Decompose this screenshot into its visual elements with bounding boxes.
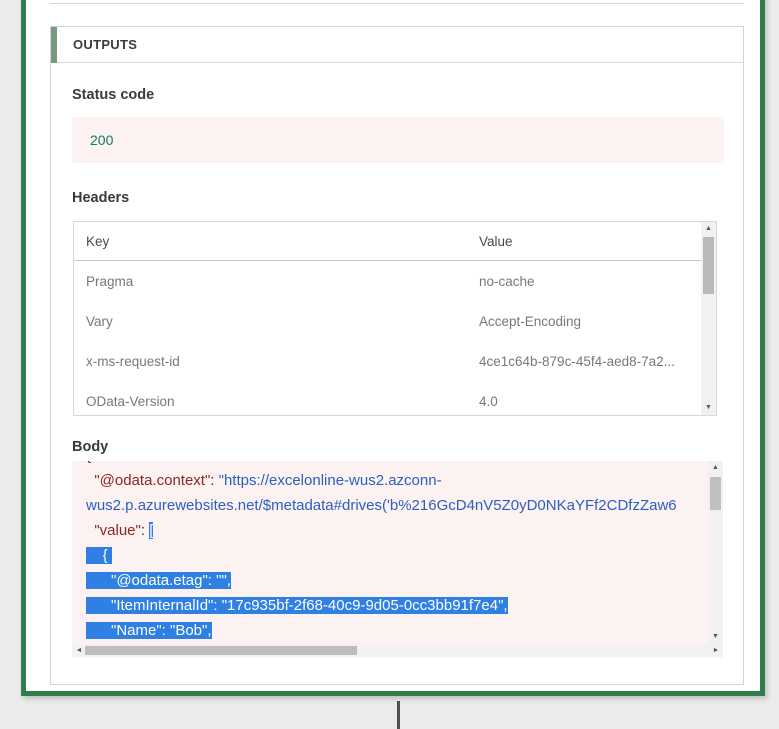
json-line: "@odata.etag": "", [86,568,677,593]
previous-section-edge [50,0,744,4]
scroll-left-icon[interactable]: ◄ [73,644,85,657]
body-horizontal-scrollbar[interactable]: ◄ ► [72,644,723,657]
scroll-down-icon[interactable]: ▼ [701,402,716,414]
body-json-code[interactable]: { "@odata.context": "https://excelonline… [86,461,677,643]
table-row: Vary Accept-Encoding [74,303,701,341]
header-value-cell: no-cache [479,263,535,301]
headers-table-header: Key Value [74,222,701,261]
headers-scrollbar-thumb[interactable] [703,237,714,294]
body-hscrollbar-thumb[interactable] [85,646,357,655]
body-vscrollbar-thumb[interactable] [710,477,721,510]
body-vertical-scrollbar[interactable]: ▲ ▼ [708,461,723,644]
json-line: { [86,461,677,468]
table-row: OData-Version 4.0 [74,383,701,416]
scroll-up-icon[interactable]: ▲ [701,223,716,235]
header-key-cell: Vary [86,303,113,341]
json-line: "Name": "Bob", [86,618,677,643]
header-key-cell: OData-Version [86,383,175,416]
headers-label: Headers [72,190,129,206]
table-row: x-ms-request-id 4ce1c64b-879c-45f4-aed8-7… [74,343,701,381]
headers-table: Key Value Pragma no-cache Vary Accept-Encod… [73,221,717,416]
header-value-cell: 4.0 [479,383,498,416]
json-line: "@odata.context": "https://excelonline-w… [86,468,677,493]
scroll-down-icon[interactable]: ▼ [708,631,723,643]
outputs-accent-bar [51,27,57,63]
json-line: "ItemInternalId": "17c935bf-2f68-40c9-9d… [86,593,677,618]
headers-table-scrollbar[interactable]: ▲ ▼ [701,222,716,415]
action-details-card: OUTPUTS Status code 200 Headers Key Valu… [21,0,765,696]
column-header-key: Key [86,222,109,261]
status-code-label: Status code [72,87,154,103]
body-label: Body [72,439,108,455]
body-json-content[interactable]: { "@odata.context": "https://excelonline… [72,461,708,644]
json-line: "value": [ [86,518,677,543]
flow-connector-line [397,701,400,729]
status-code-value: 200 [90,117,113,163]
column-header-value: Value [479,222,513,261]
header-key-cell: Pragma [86,263,133,301]
header-key-cell: x-ms-request-id [86,343,180,381]
outputs-title: OUTPUTS [73,27,137,63]
body-viewer: { "@odata.context": "https://excelonline… [72,461,723,657]
table-row: Pragma no-cache [74,263,701,301]
scroll-right-icon[interactable]: ► [710,644,722,657]
outputs-header: OUTPUTS [51,27,743,63]
status-code-box: 200 [72,117,724,163]
header-value-cell: Accept-Encoding [479,303,581,341]
scroll-up-icon[interactable]: ▲ [708,462,723,474]
json-line: { [86,543,677,568]
json-line: wus2.p.azurewebsites.net/$metadata#drive… [86,493,677,518]
outputs-section: OUTPUTS Status code 200 Headers Key Valu… [50,26,744,685]
header-value-cell: 4ce1c64b-879c-45f4-aed8-7a2... [479,343,675,381]
